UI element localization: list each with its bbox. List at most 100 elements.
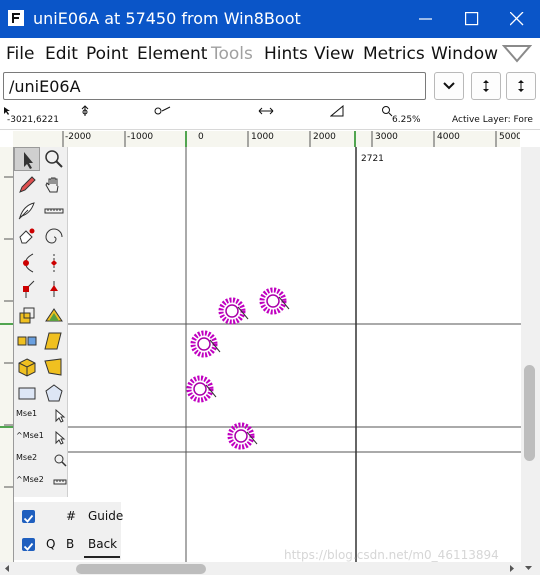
back-layer-background-flag[interactable]: B [66,537,74,551]
menu-overflow-icon[interactable] [502,44,532,64]
checkmark-icon [23,542,34,551]
layers-panel: # Guide Q B Back [14,502,123,560]
freehand-tool[interactable] [14,173,40,197]
pencil-icon [19,176,36,193]
active-layer-label: Active Layer: Fore [452,115,533,125]
pointer-position-icon [4,107,10,115]
scroll-down-arrow-icon[interactable] [524,564,533,572]
scroll-tool[interactable] [41,173,67,197]
polygon-tool[interactable] [41,381,67,405]
rotate-icon [45,308,63,322]
vertical-ruler [0,147,14,567]
magnify-tool[interactable] [41,147,67,171]
back-layer-quadratic-flag[interactable]: Q [46,537,55,551]
3d-rotate-tool[interactable] [14,355,40,379]
rectangle-tool[interactable] [14,381,40,405]
maximize-button[interactable] [449,0,495,38]
ruler-label: 5000 [499,132,520,142]
arrow-pointer-icon [24,152,33,169]
point-cluster [190,330,221,358]
spiro-tool[interactable] [41,225,67,249]
guide-layer-checkbox[interactable] [22,510,35,523]
ruler-icon [53,479,67,485]
mouse-button-1-label: Mse1 [16,409,38,418]
ctrl-mouse-button-2-label: ^Mse2 [16,475,44,484]
curve-point-tool[interactable] [14,251,40,275]
close-button[interactable] [494,0,540,38]
menu-view[interactable]: View [314,44,354,64]
pointer-tool[interactable] [14,147,40,171]
glyph-outline-view [14,147,521,562]
point-cluster [218,297,249,325]
up-down-arrows-icon [518,80,524,92]
horizontal-scrollbar[interactable] [0,562,540,575]
tangent-icon [154,106,171,115]
arrow-pointer-icon [55,409,66,423]
back-layer-label[interactable]: Back [88,537,117,551]
minimize-button[interactable] [403,0,449,38]
up-down-arrows-icon [483,80,489,92]
tangent-point-tool[interactable] [41,277,67,301]
active-layer-underline [84,556,120,558]
menu-window[interactable]: Window [431,44,498,64]
minimize-icon [419,18,432,20]
ruler-label: 3000 [375,132,398,142]
vertical-scrollbar[interactable] [521,147,540,562]
distance-icon [258,107,274,115]
pen-tool[interactable] [14,199,40,223]
flip-tool[interactable] [14,329,40,353]
close-icon [510,12,524,26]
cube-icon [18,358,36,377]
corner-point-tool[interactable] [14,277,40,301]
menu-point[interactable]: Point [86,44,128,64]
point-add-tool[interactable] [14,225,40,249]
rotate-tool[interactable] [41,303,67,327]
menu-element[interactable]: Element [137,44,207,64]
guide-layer-label[interactable]: Guide [88,509,123,523]
pen-nib-icon [19,228,35,244]
menu-metrics[interactable]: Metrics [363,44,425,64]
glyph-canvas[interactable]: 2721 [14,147,521,562]
scroll-right-arrow-icon[interactable] [508,564,516,573]
hv-curve-point-tool[interactable] [41,251,67,275]
checkmark-icon [23,514,34,523]
chevron-down-icon [443,82,455,90]
pentagon-icon [45,384,63,402]
ruler-label: -2000 [65,132,92,142]
perspective-tool[interactable] [41,355,67,379]
glyph-name-input[interactable] [3,72,426,100]
curve-point-icon [23,253,34,273]
menu-edit[interactable]: Edit [45,44,78,64]
scroll-left-arrow-icon[interactable] [3,564,11,573]
cursor-coordinates: -3021,6221 [7,115,59,125]
point-cluster [259,287,290,315]
back-layer-checkbox[interactable] [22,538,35,551]
vertical-scrollbar-thumb[interactable] [524,365,535,461]
watermark-text: https://blog.csdn.net/m0_46113894 [284,548,499,562]
skew-tool[interactable] [41,329,67,353]
hv-curve-point-icon [51,254,57,272]
angle-icon [330,105,344,117]
corner-point-icon [23,280,35,298]
title-bar: uniE06A at 57450 from Win8Boot [0,0,540,38]
knife-tool[interactable] [14,303,40,327]
point-icon [81,105,89,116]
scale-icon [19,307,35,324]
ruler-label: -1000 [127,132,154,142]
menu-file[interactable]: File [6,44,34,64]
menu-bar: File Edit Point Element Tools Hints View… [0,38,540,69]
glyph-name-dropdown-button[interactable] [434,72,464,100]
horizontal-scrollbar-thumb[interactable] [76,564,206,574]
horizontal-ruler: -2000 -1000 0 1000 2000 3000 4000 5000 [13,131,520,148]
ruler-tool[interactable] [41,199,67,223]
glyph-name-bar [0,69,540,105]
menu-tools[interactable]: Tools [211,44,253,64]
menu-hints[interactable]: Hints [264,44,308,64]
scroll-up-down-button[interactable] [471,72,501,100]
zoom-level: 6.25% [392,115,421,125]
ruler-label: 4000 [437,132,460,142]
scroll-up-down-button-2[interactable] [506,72,536,100]
advance-width-label: 2721 [361,154,384,164]
guide-layer-hash: # [66,509,77,523]
ruler-icon [44,208,64,214]
